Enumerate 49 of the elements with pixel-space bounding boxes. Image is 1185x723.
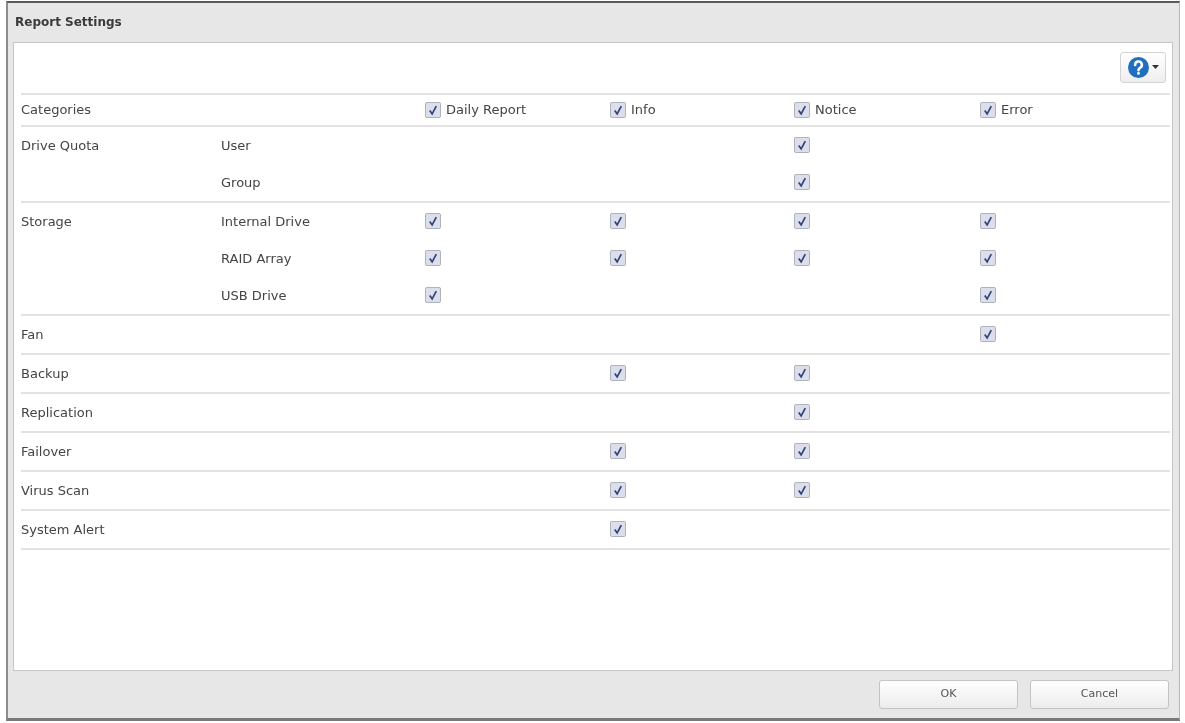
subcategory-label: Group [221, 173, 262, 192]
subcategory-label: Internal Drive [221, 212, 311, 231]
checkbox[interactable] [794, 443, 810, 460]
checkbox[interactable] [425, 101, 441, 118]
category-label: Virus Scan [21, 481, 91, 500]
category-label: Backup [21, 364, 70, 383]
checkbox-label: Error [1001, 101, 1033, 120]
dialog-button[interactable]: Cancel [1030, 680, 1169, 710]
checkbox[interactable] [610, 365, 626, 382]
checkbox[interactable] [610, 443, 626, 460]
checkbox[interactable] [980, 287, 996, 304]
checkbox-label: Info [631, 101, 656, 120]
category-label: Storage [21, 212, 73, 231]
checkbox[interactable] [794, 404, 810, 421]
checkbox[interactable] [980, 326, 996, 343]
subcategory-label: User [221, 136, 252, 155]
checkbox[interactable] [794, 174, 810, 191]
category-label: Replication [21, 403, 94, 422]
checkbox[interactable] [794, 137, 810, 154]
checkbox[interactable] [425, 213, 441, 230]
window-title: Report Settings [15, 14, 122, 32]
caret-icon [1151, 65, 1159, 70]
category-label: Drive Quota [21, 136, 101, 155]
checkbox[interactable] [794, 213, 810, 230]
checkbox[interactable] [794, 365, 810, 382]
checkbox[interactable] [794, 101, 810, 118]
checkbox[interactable] [610, 101, 626, 118]
checkbox[interactable] [980, 250, 996, 267]
checkbox[interactable] [610, 250, 626, 267]
checkbox[interactable] [610, 521, 626, 538]
column-header: Categories [21, 101, 93, 120]
checkbox[interactable] [980, 101, 996, 118]
checkbox[interactable] [425, 250, 441, 267]
checkbox-label: Daily Report [446, 101, 527, 120]
help-icon [1127, 56, 1149, 78]
checkbox[interactable] [425, 287, 441, 304]
category-label: Fan [21, 325, 45, 344]
category-label: System Alert [21, 520, 106, 539]
checkbox[interactable] [794, 250, 810, 267]
category-label: Failover [21, 442, 73, 461]
subcategory-label: RAID Array [221, 249, 293, 268]
checkbox-label: Notice [815, 101, 857, 120]
subcategory-label: USB Drive [221, 286, 288, 305]
checkbox[interactable] [794, 482, 810, 499]
help-button[interactable] [1120, 51, 1166, 83]
checkbox[interactable] [980, 213, 996, 230]
dialog-button[interactable]: OK [879, 680, 1018, 710]
checkbox[interactable] [610, 213, 626, 230]
checkbox[interactable] [610, 482, 626, 499]
